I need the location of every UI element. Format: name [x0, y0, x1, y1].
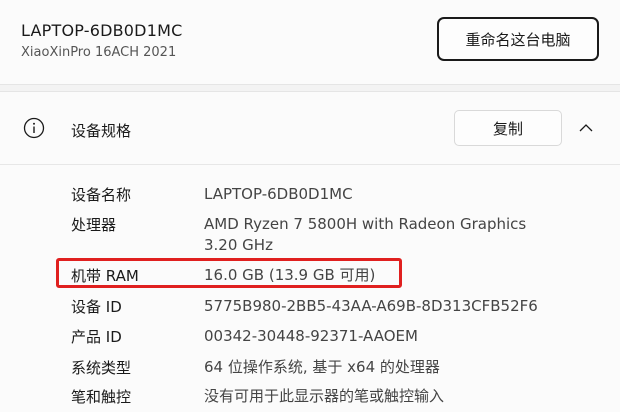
device-name: LAPTOP-6DB0D1MC — [21, 21, 183, 40]
ram-highlight-box — [56, 258, 402, 288]
copy-button[interactable]: 复制 — [454, 110, 562, 146]
spec-value: LAPTOP-6DB0D1MC — [204, 185, 353, 203]
spec-label: 处理器 — [71, 216, 117, 234]
device-header-card: LAPTOP-6DB0D1MC XiaoXinPro 16ACH 2021 重命… — [0, 0, 620, 85]
spec-value: 64 位操作系统, 基于 x64 的处理器 — [204, 358, 440, 376]
spec-label: 系统类型 — [71, 359, 132, 377]
device-model: XiaoXinPro 16ACH 2021 — [21, 45, 177, 60]
device-specs-title: 设备规格 — [71, 122, 132, 140]
chevron-up-icon[interactable] — [578, 122, 594, 134]
spec-value: AMD Ryzen 7 5800H with Radeon Graphics — [204, 215, 527, 233]
spec-value: 没有可用于此显示器的笔或触控输入 — [204, 387, 445, 405]
spec-value: 00342-30448-92371-AAOEM — [204, 327, 418, 345]
device-specs-header[interactable]: 设备规格 复制 — [0, 92, 620, 165]
rename-pc-button[interactable]: 重命名这台电脑 — [437, 17, 599, 61]
spec-value: 5775B980-2BB5-43AA-A69B-8D313CFB52F6 — [204, 297, 538, 315]
spec-label: 产品 ID — [71, 328, 122, 346]
info-icon — [23, 117, 45, 139]
spec-label: 设备 ID — [71, 298, 122, 316]
spec-label: 笔和触控 — [71, 388, 132, 406]
spec-label: 设备名称 — [71, 186, 132, 204]
spec-value-line2: 3.20 GHz — [204, 236, 273, 254]
